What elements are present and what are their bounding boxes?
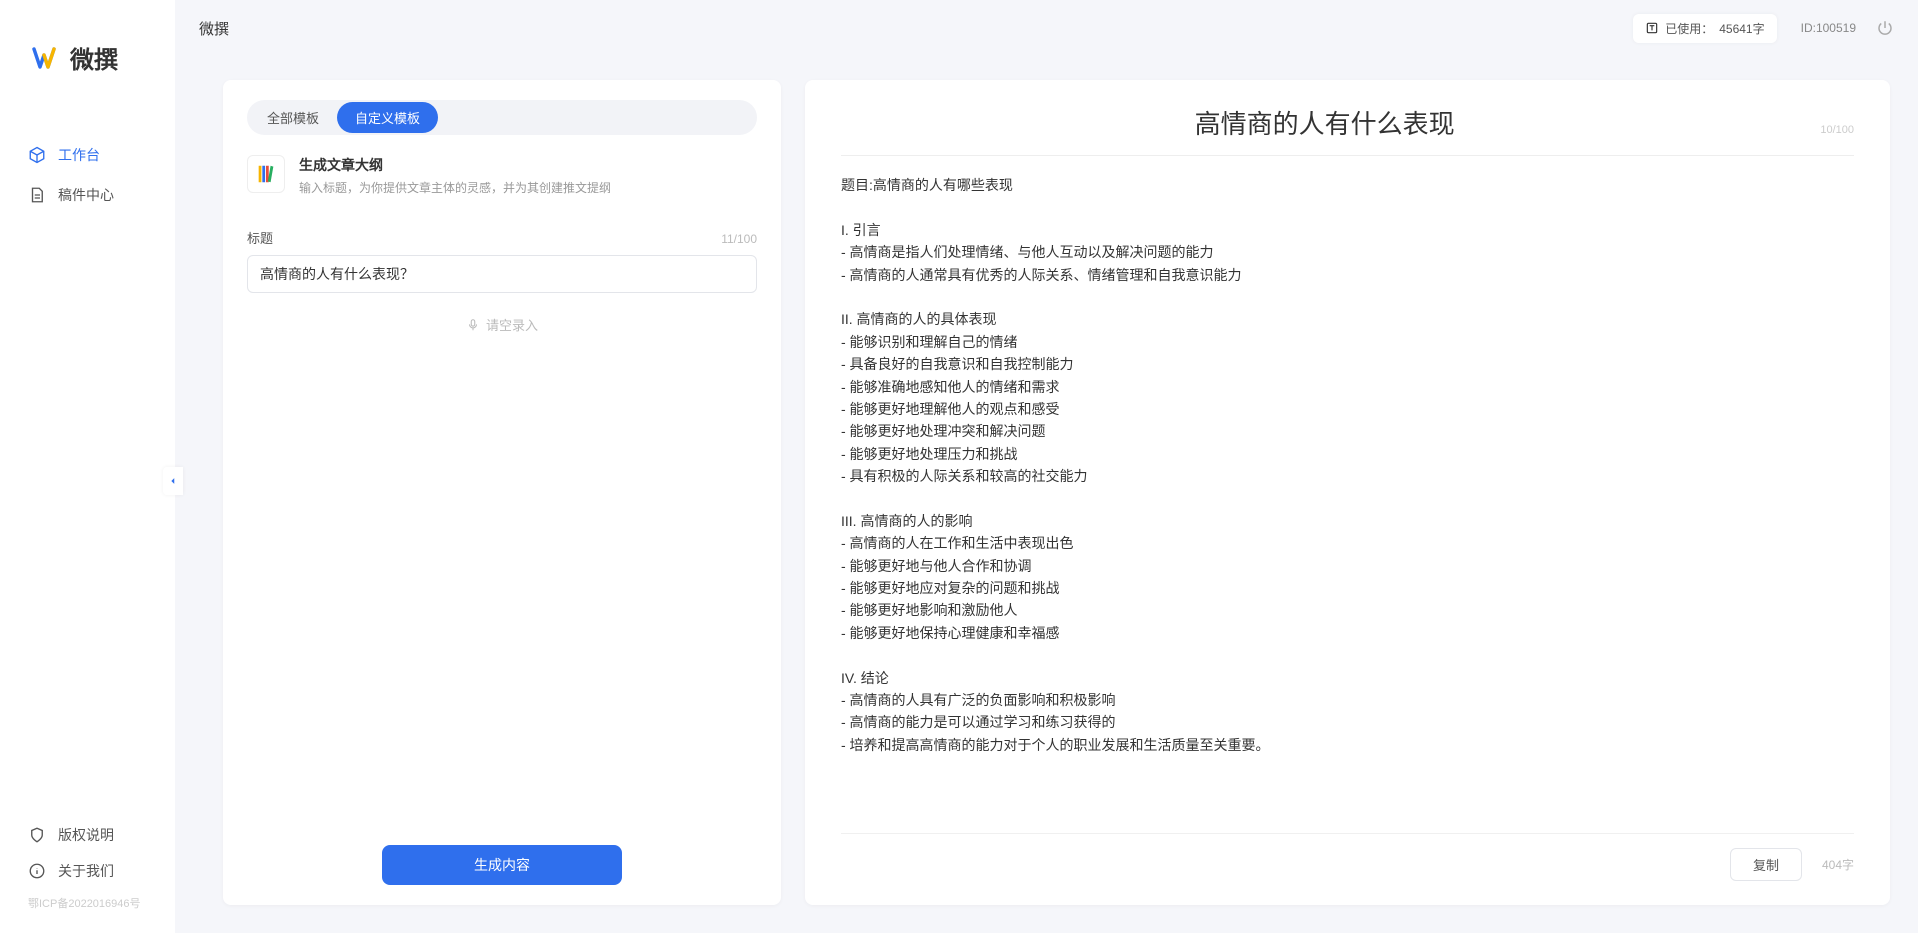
output-word-count: 404字 (1822, 856, 1854, 873)
shield-icon (28, 826, 46, 844)
nav-item-workspace[interactable]: 工作台 (0, 135, 175, 175)
brand-name: 微撰 (70, 40, 118, 75)
tab-custom-templates[interactable]: 自定义模板 (337, 102, 438, 133)
title-char-count: 11/100 (721, 232, 757, 246)
template-title: 生成文章大纲 (299, 155, 611, 175)
output-title-row: 高情商的人有什么表现 10/100 (841, 104, 1854, 156)
microphone-icon (466, 318, 480, 332)
header-bar: 微撰 已使用： 45641字 ID:100519 (175, 0, 1918, 56)
voice-hint-text: 请空录入 (486, 315, 538, 334)
template-card: 生成文章大纲 输入标题，为你提供文章主体的灵感，并为其创建推文提纲 (247, 153, 757, 218)
input-panel: 全部模板 自定义模板 生成文章大纲 输入标题，为你提供文章主体的灵感，并为其创建… (223, 80, 781, 905)
title-field-header: 标题 11/100 (247, 228, 757, 247)
template-tabs: 全部模板 自定义模板 (247, 100, 757, 135)
icp-text: 鄂ICP备2022016946号 (0, 889, 175, 917)
logo-mark-icon (32, 43, 62, 73)
power-icon (1876, 19, 1894, 37)
output-title-count: 10/100 (1820, 124, 1854, 136)
nav-item-copyright[interactable]: 版权说明 (0, 817, 175, 853)
user-id: ID:100519 (1801, 21, 1856, 35)
primary-nav: 工作台 稿件中心 (0, 95, 175, 817)
title-label: 标题 (247, 228, 273, 247)
nav-item-label: 工作台 (58, 145, 100, 165)
nav-item-drafts[interactable]: 稿件中心 (0, 175, 175, 215)
tab-all-templates[interactable]: 全部模板 (249, 102, 337, 133)
outline-doc-icon (255, 163, 277, 185)
page-title: 微撰 (199, 18, 229, 39)
generate-button[interactable]: 生成内容 (382, 845, 622, 885)
output-title: 高情商的人有什么表现 (841, 104, 1808, 141)
voice-input-button[interactable]: 请空录入 (247, 315, 757, 334)
logout-button[interactable] (1876, 19, 1894, 37)
info-icon (28, 862, 46, 880)
nav-item-label: 版权说明 (58, 825, 114, 845)
template-icon (247, 155, 285, 193)
main-content: 全部模板 自定义模板 生成文章大纲 输入标题，为你提供文章主体的灵感，并为其创建… (175, 56, 1918, 933)
brand-logo: 微撰 (0, 0, 175, 95)
nav-item-label: 稿件中心 (58, 185, 114, 205)
copy-button[interactable]: 复制 (1730, 848, 1802, 881)
output-panel: 高情商的人有什么表现 10/100 题目:高情商的人有哪些表现 I. 引言 - … (805, 80, 1890, 905)
sidebar: 微撰 工作台 稿件中心 版权说明 关于我们 鄂ICP备2022016946号 (0, 0, 175, 933)
usage-value: 45641字 (1719, 20, 1764, 37)
nav-item-about[interactable]: 关于我们 (0, 853, 175, 889)
sidebar-bottom: 版权说明 关于我们 鄂ICP备2022016946号 (0, 817, 175, 933)
nav-item-label: 关于我们 (58, 861, 114, 881)
usage-pill[interactable]: 已使用： 45641字 (1633, 14, 1776, 43)
title-input[interactable] (247, 255, 757, 293)
template-desc: 输入标题，为你提供文章主体的灵感，并为其创建推文提纲 (299, 179, 611, 196)
output-body[interactable]: 题目:高情商的人有哪些表现 I. 引言 - 高情商是指人们处理情绪、与他人互动以… (841, 174, 1854, 819)
text-icon (1645, 21, 1659, 35)
usage-label: 已使用： (1665, 20, 1713, 37)
document-icon (28, 186, 46, 204)
cube-icon (28, 146, 46, 164)
output-footer: 复制 404字 (841, 833, 1854, 881)
